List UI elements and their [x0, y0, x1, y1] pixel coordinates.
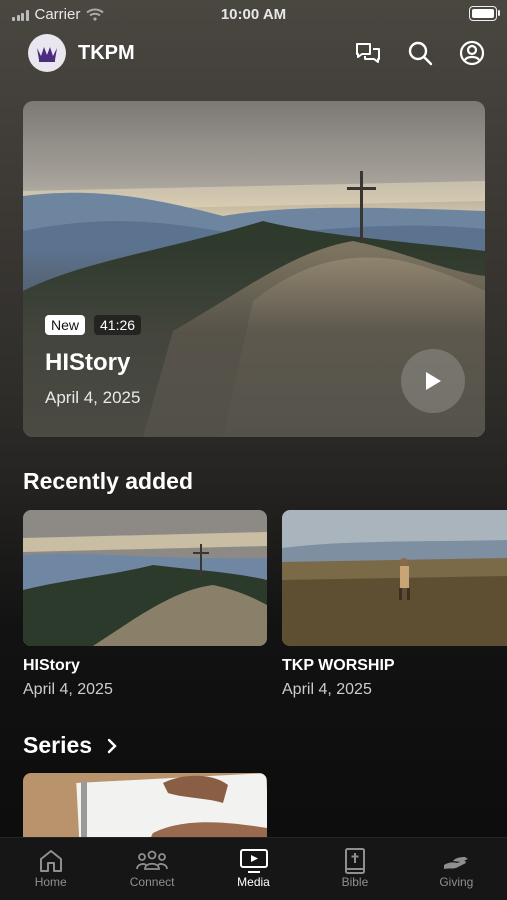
- bible-icon: [344, 848, 365, 874]
- chat-button[interactable]: [355, 41, 381, 65]
- profile-button[interactable]: [459, 40, 485, 66]
- series-heading-row[interactable]: Series: [23, 732, 118, 759]
- hero-title: HIStory: [45, 349, 131, 376]
- status-time: 10:00 AM: [220, 6, 287, 23]
- featured-media-card[interactable]: New 41:26 HIStory April 4, 2025: [23, 101, 485, 437]
- media-card-title: HIStory: [23, 657, 80, 674]
- series-card[interactable]: [23, 773, 267, 843]
- tab-bible-label: Bible: [341, 875, 369, 889]
- media-thumbnail: [282, 510, 507, 646]
- series-thumbnail: [23, 773, 267, 843]
- hero-date: April 4, 2025: [45, 388, 141, 407]
- tab-giving-label: Giving: [439, 875, 474, 889]
- series-heading: Series: [23, 732, 93, 758]
- people-icon: [136, 850, 169, 870]
- tab-connect-label: Connect: [129, 875, 175, 889]
- crown-icon: [37, 47, 57, 62]
- tab-bar: Home Connect Media Bible Giving: [0, 837, 507, 900]
- home-icon: [39, 850, 62, 872]
- play-button[interactable]: [401, 349, 465, 413]
- media-card-title: TKP WORSHIP: [282, 657, 395, 674]
- duration-badge: 41:26: [94, 315, 142, 335]
- tab-connect[interactable]: Connect: [101, 838, 202, 900]
- search-button[interactable]: [407, 40, 433, 66]
- chat-icon: [356, 43, 380, 63]
- media-card-date: April 4, 2025: [23, 681, 113, 698]
- app-title: TKPM: [78, 41, 135, 64]
- tab-media[interactable]: Media: [203, 838, 304, 900]
- giving-icon: [444, 857, 469, 869]
- recently-added-heading: Recently added: [23, 468, 193, 494]
- church-logo[interactable]: [28, 34, 66, 72]
- profile-icon: [459, 40, 485, 66]
- search-icon: [408, 41, 433, 66]
- tab-bible[interactable]: Bible: [304, 838, 405, 900]
- media-thumbnail: [23, 510, 267, 646]
- battery-icon: [469, 6, 500, 21]
- tab-home[interactable]: Home: [0, 838, 101, 900]
- app-header: TKPM: [28, 34, 485, 72]
- tab-home-label: Home: [34, 875, 67, 889]
- tab-media-label: Media: [237, 875, 270, 889]
- media-card-date: April 4, 2025: [282, 681, 372, 698]
- tab-giving[interactable]: Giving: [406, 838, 507, 900]
- media-card[interactable]: HIStory April 4, 2025: [23, 510, 267, 699]
- tv-icon: [239, 849, 268, 873]
- status-bar: Carrier 10:00 AM: [0, 0, 507, 28]
- media-card[interactable]: TKP WORSHIP April 4, 2025: [282, 510, 507, 699]
- chevron-right-icon: [107, 738, 117, 753]
- play-icon: [426, 372, 441, 390]
- new-badge: New: [45, 315, 86, 335]
